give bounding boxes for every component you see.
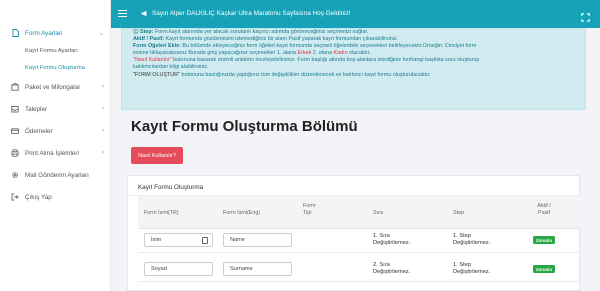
sidebar: Form Ayarları ⌄ Kayıt Formu Ayarları Kay… [0, 0, 111, 291]
info-status-label: Aktif / Pasif: [133, 36, 165, 43]
row-divider [138, 252, 581, 253]
column-header-type: Form Tipi [303, 203, 316, 216]
sidebar-subitem-form-create[interactable]: Kayıt Formu Oluşturma [25, 65, 85, 71]
order-cell: 2. Sıra Değiştirilemez. [373, 262, 411, 275]
info-alert: 🛈 Step: Form kayıt alanında yer alacak s… [121, 28, 586, 110]
info-items-text: Bu bölümde ekleyeceğiniz form öğeleri ka… [180, 43, 477, 50]
input-value: Soyad [151, 266, 167, 272]
info-items-label: Form Öğeleri Ekle: [133, 43, 181, 50]
info-example-female: Kadın [333, 50, 348, 57]
gear-icon [11, 171, 19, 179]
topbar: Sayın Alper DALKILIÇ Kaçkar Ultra Marato… [111, 0, 600, 28]
card-icon [11, 127, 19, 135]
info-step-text: Form kayıt alanında yer alacak soruların… [153, 29, 369, 35]
info-help-text-2: katılımcılardan bilgi alabilirsiniz. [133, 64, 209, 71]
form-builder-card: Kayıt Formu Oluşturma Form İsmi(TR) Form… [127, 175, 581, 291]
chevron-right-icon: › [102, 84, 104, 90]
chevron-right-icon: › [102, 150, 104, 156]
sidebar-item-label: Çıkış Yap [25, 193, 52, 201]
info-step-label: Step: [140, 29, 154, 35]
order-cell: 1. Sıra Değiştirilemez. [373, 233, 411, 246]
step-cell: 1. Step Değiştirilemez. [453, 262, 491, 275]
logout-icon [11, 193, 19, 201]
info-help-label: "Nasıl Kullanılır" [133, 57, 172, 64]
sidebar-item-print[interactable]: Print Alma İşlemleri › [0, 149, 110, 157]
hamburger-menu-icon[interactable] [118, 10, 127, 18]
chevron-down-icon: ⌄ [98, 30, 104, 37]
info-example-text: ismine tıklayacaksanız Burada giriş yapa… [133, 50, 298, 57]
sidebar-item-logout[interactable]: Çıkış Yap [0, 193, 110, 201]
welcome-text: Sayın Alper DALKILIÇ Kaçkar Ultra Marato… [152, 10, 351, 17]
input-value: Surname [230, 266, 253, 272]
file-icon [11, 29, 19, 37]
sidebar-item-label: Print Alma İşlemleri [25, 149, 79, 157]
card-title: Kayıt Formu Oluşturma [138, 184, 204, 191]
inbox-icon [11, 105, 19, 113]
info-status-text: Kayıt formunda gözükmesini istemediğiniz… [164, 36, 399, 43]
welcome-message: Sayın Alper DALKILIÇ Kaçkar Ultra Marato… [141, 10, 351, 17]
status-badge: Zorunlu [533, 236, 555, 244]
info-example-male: Erkek [297, 50, 312, 57]
column-header-name-eng: Form İsmi(Eng) [223, 210, 261, 216]
info-example-text-2: 2. alana [311, 50, 334, 57]
fullscreen-icon[interactable] [581, 9, 590, 22]
sidebar-item-form-settings[interactable]: Form Ayarları ⌄ [0, 29, 110, 37]
name-eng-input[interactable]: Surname [223, 262, 292, 276]
sidebar-item-requests[interactable]: Talepler › [0, 105, 110, 113]
input-value: İsim [151, 237, 162, 243]
chevron-right-icon: › [102, 106, 104, 112]
step-cell: 1. Step Değiştirilemez. [453, 233, 491, 246]
row-divider [138, 281, 581, 282]
name-tr-input[interactable]: Soyad [144, 262, 213, 276]
input-value: Name [230, 237, 245, 243]
sidebar-item-label: Form Ayarları [25, 29, 63, 37]
sidebar-item-label: Mail Gönderim Ayarları [25, 171, 89, 179]
info-create-label: "FORM OLUŞTUR" [133, 71, 180, 78]
info-icon: 🛈 [133, 29, 139, 35]
status-badge: Zorunlu [533, 265, 555, 273]
column-header-step: Step [453, 210, 465, 216]
box-icon [11, 83, 19, 91]
sidebar-item-label: Talepler [25, 105, 48, 113]
how-to-use-button[interactable]: Nasıl Kullanılır? [131, 147, 183, 164]
column-header-name-tr: Form İsmi(TR) [144, 210, 179, 216]
name-eng-input[interactable]: Name [223, 233, 292, 247]
table-header: Form İsmi(TR) Form İsmi(Eng) Form Tipi S… [138, 196, 581, 229]
column-header-status: Aktif / Pasif [537, 203, 551, 216]
sidebar-item-packages[interactable]: Paket ve Milongalar › [0, 83, 110, 91]
page-title: Kayıt Formu Oluşturma Bölümü [131, 118, 358, 135]
column-header-order: Sıra [373, 210, 383, 216]
sidebar-item-mail-settings[interactable]: Mail Gönderim Ayarları [0, 171, 110, 179]
field-type-icon [202, 237, 208, 244]
sidebar-item-label: Ödemeler [25, 127, 53, 135]
name-tr-input[interactable]: İsim [144, 233, 213, 247]
info-example-text-3: olacaktır. [347, 50, 371, 57]
info-create-text: butonuna bastığınızda yaptığınız tüm değ… [179, 71, 431, 78]
info-help-text: butonuna basarak resimli anlatımı incele… [171, 57, 480, 64]
sidebar-item-payments[interactable]: Ödemeler › [0, 127, 110, 135]
sidebar-item-label: Paket ve Milongalar [25, 83, 81, 91]
chevron-right-icon: › [102, 128, 104, 134]
megaphone-icon [141, 10, 148, 17]
sidebar-subitem-form-settings[interactable]: Kayıt Formu Ayarları [25, 48, 78, 54]
print-icon [11, 149, 19, 157]
